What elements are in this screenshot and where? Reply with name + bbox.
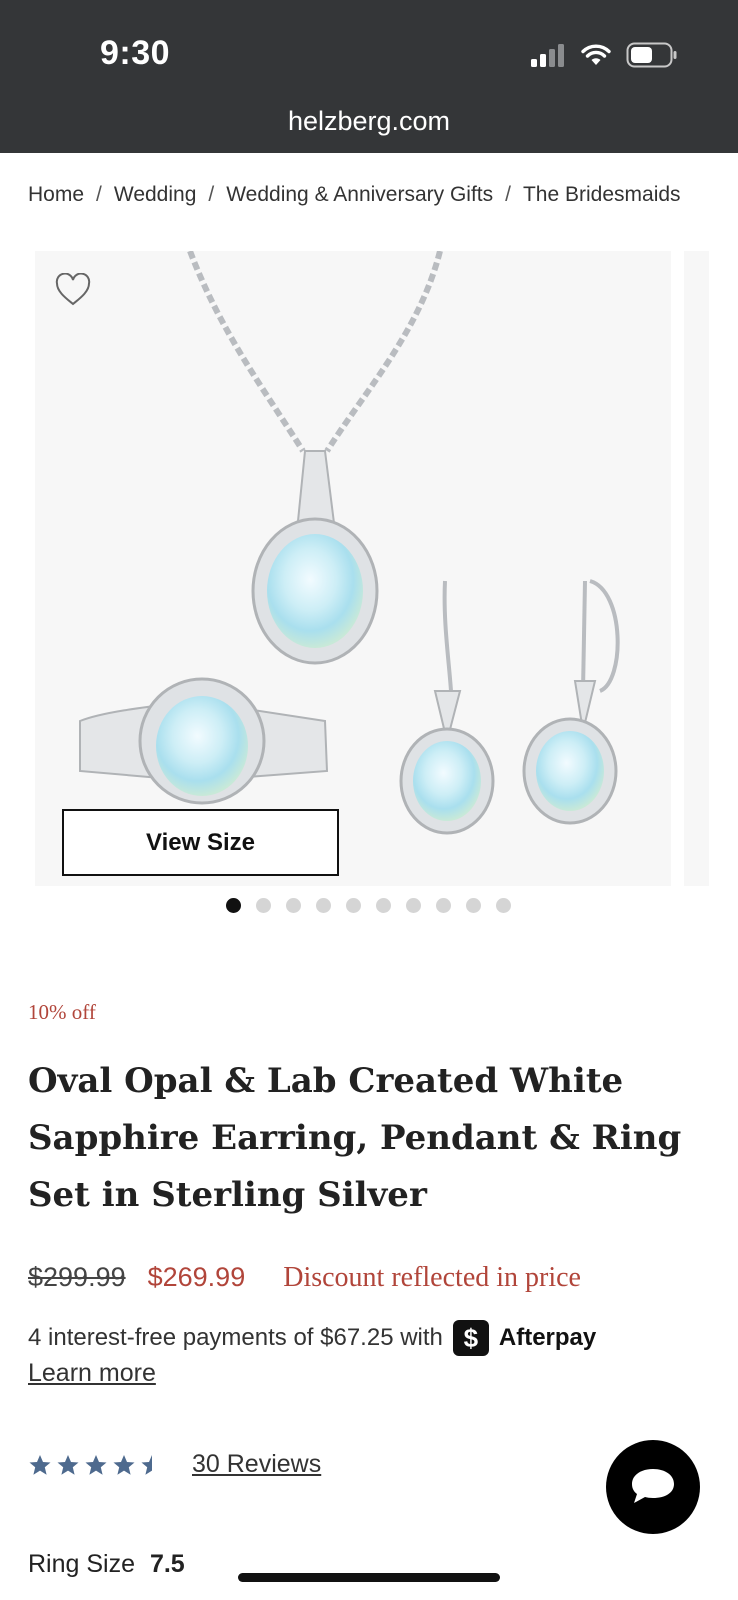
chat-button[interactable] [606,1440,700,1534]
afterpay-dollar-icon: $ [452,1320,489,1356]
half-star-icon [141,1454,152,1475]
star-icon [29,1454,51,1475]
carousel-dot-10[interactable] [496,898,511,913]
carousel-dot-3[interactable] [286,898,301,913]
ring-size-value: 7.5 [149,1550,185,1578]
original-price: $299.99 [28,1262,126,1292]
carousel-dot-4[interactable] [316,898,331,913]
carousel-dot-9[interactable] [466,898,481,913]
ring-size-selector[interactable]: Ring Size 7.5 [28,1550,185,1579]
afterpay-brand: Afterpay [498,1324,597,1351]
carousel-dot-7[interactable] [406,898,421,913]
status-bar: 9:30 helzberg.com [0,0,738,153]
breadcrumb: Home / Wedding / Wedding & Anniversary G… [28,183,681,207]
battery-icon [626,42,677,68]
next-image-peek[interactable] [684,251,709,886]
breadcrumb-wedding[interactable]: Wedding [114,183,197,207]
breadcrumb-separator: / [505,183,511,206]
ring-size-label: Ring Size [28,1550,135,1578]
carousel-dot-8[interactable] [436,898,451,913]
carousel-dot-5[interactable] [346,898,361,913]
breadcrumb-bridesmaids[interactable]: The Bridesmaids [523,183,681,207]
chat-bubble-icon [632,1469,674,1503]
rating-row: 30 Reviews [28,1450,321,1479]
learn-more-link[interactable]: Learn more [28,1359,156,1388]
home-indicator[interactable] [238,1573,500,1582]
breadcrumb-separator: / [96,183,102,206]
carousel-dot-2[interactable] [256,898,271,913]
carousel-dots [226,898,511,913]
discount-badge: 10% off [28,1000,96,1024]
breadcrumb-home[interactable]: Home [28,183,84,207]
product-image-gallery[interactable]: View Size [35,251,671,886]
afterpay-text: 4 interest-free payments of $67.25 with [28,1324,443,1351]
breadcrumb-gifts[interactable]: Wedding & Anniversary Gifts [226,183,493,207]
afterpay-logo: $ Afterpay [452,1320,597,1356]
star-icon [113,1454,135,1475]
carousel-dot-1[interactable] [226,898,241,913]
product-image [79,251,620,835]
wifi-icon [581,44,611,65]
star-icon [85,1454,107,1475]
url-bar[interactable]: helzberg.com [0,106,738,137]
sale-price: $269.99 [147,1262,246,1292]
view-size-button[interactable]: View Size [62,809,339,876]
discount-note: Discount reflected in price [283,1262,581,1293]
carousel-dot-6[interactable] [376,898,391,913]
star-rating [28,1453,164,1477]
price-row: $299.99 $269.99 Discount reflected in pr… [28,1262,581,1294]
product-title: Oval Opal & Lab Created White Sapphire E… [28,1061,682,1215]
status-icons [530,40,678,70]
afterpay-row: 4 interest-free payments of $67.25 with … [28,1320,596,1356]
wishlist-heart-icon[interactable] [55,273,91,307]
breadcrumb-separator: / [208,183,215,206]
status-time: 9:30 [100,34,171,72]
reviews-link[interactable]: 30 Reviews [192,1450,321,1479]
star-icon [57,1454,79,1475]
signal-icon [531,44,564,67]
